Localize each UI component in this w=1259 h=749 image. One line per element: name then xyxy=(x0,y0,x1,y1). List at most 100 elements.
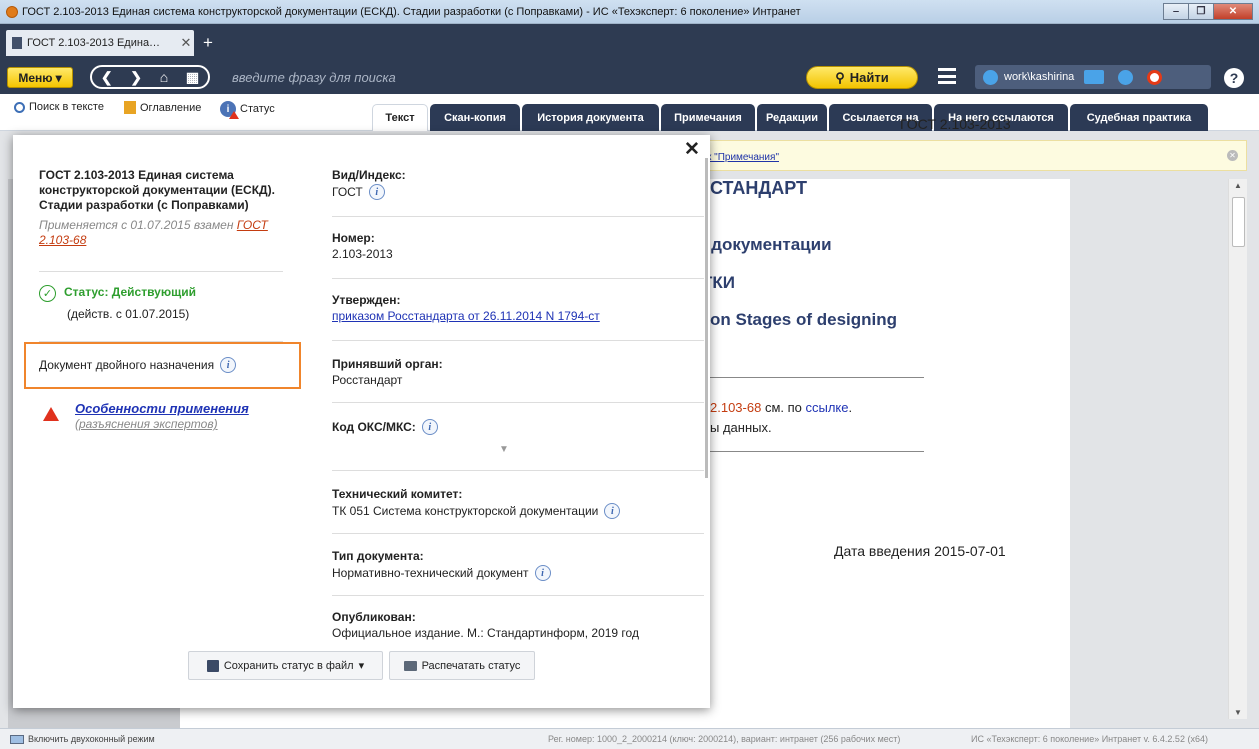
save-icon xyxy=(206,659,219,672)
info-icon[interactable]: i xyxy=(368,184,385,200)
search-input[interactable] xyxy=(228,65,808,89)
doc-ref-link[interactable]: ссылке xyxy=(805,400,848,415)
notice-bar[interactable]: к "Примечания" ✕ xyxy=(690,140,1247,171)
scroll-down-icon[interactable]: ▼ xyxy=(1234,708,1242,717)
doctype-value: Нормативно-технический документ xyxy=(332,566,529,580)
window-title: ГОСТ 2.103-2013 Единая система конструкт… xyxy=(22,5,801,18)
approved-link[interactable]: приказом Росстандарта от 26.11.2014 N 17… xyxy=(332,309,600,323)
tab-document-history[interactable]: История документа xyxy=(522,104,659,131)
find-button[interactable]: ⚲ Найти xyxy=(806,66,918,89)
status-bar: Включить двухоконный режим Рег. номер: 1… xyxy=(0,728,1259,749)
help-icon[interactable]: ? xyxy=(1224,68,1244,88)
divider xyxy=(39,271,283,272)
minimize-button[interactable]: ‒ xyxy=(1163,3,1189,20)
popup-left-column: ГОСТ 2.103-2013 Единая система конструкт… xyxy=(39,168,283,248)
experts-link[interactable]: (разъяснения экспертов) xyxy=(75,417,249,431)
print-status-label: Распечатать статус xyxy=(421,659,521,672)
menu-button[interactable]: Меню ▾ xyxy=(7,67,73,88)
kind-value: ГОСТ xyxy=(332,185,363,199)
search-in-text-button[interactable]: Поиск в тексте xyxy=(14,101,104,113)
tab-editions[interactable]: Редакции xyxy=(757,104,827,131)
status-button[interactable]: i Статус xyxy=(220,101,275,119)
contents-label: Оглавление xyxy=(140,101,202,114)
save-status-label: Сохранить статус в файл xyxy=(223,659,354,672)
doc-heading-standard: СТАНДАРТ xyxy=(710,178,807,198)
info-icon[interactable]: i xyxy=(534,565,551,581)
number-label: Номер: xyxy=(332,231,375,245)
scrollbar[interactable]: ▲ ▼ xyxy=(1228,179,1247,719)
doc-heading-english: on Stages of designing xyxy=(710,310,898,329)
info-icon[interactable]: i xyxy=(421,419,438,435)
field-oks: Код ОКС/МКС: i xyxy=(332,417,706,435)
published-value: Официальное издание. М.: Стандартинформ,… xyxy=(332,626,639,640)
notice-text[interactable]: к "Примечания" xyxy=(707,152,779,163)
info-icon[interactable]: i xyxy=(604,503,621,519)
grid-icon[interactable]: ▦ xyxy=(186,69,199,86)
print-status-button[interactable]: Распечатать статус xyxy=(389,651,535,680)
doc-heading-2: й документации xyxy=(696,235,832,254)
browser-tab[interactable]: ГОСТ 2.103-2013 Едина… ✕ xyxy=(6,30,194,56)
expand-arrow-icon[interactable]: ▼ xyxy=(499,444,509,455)
registration-info: Рег. номер: 1000_2_2000214 (ключ: 200021… xyxy=(548,734,901,744)
close-window-button[interactable]: ✕ xyxy=(1213,3,1253,20)
divider xyxy=(332,402,704,403)
hamburger-menu-icon[interactable] xyxy=(938,68,956,84)
scroll-thumb[interactable] xyxy=(1232,197,1245,247)
window-controls: ‒ ❐ ✕ xyxy=(1163,3,1253,20)
dual-window-mode-button[interactable]: Включить двухоконный режим xyxy=(10,734,155,744)
doctype-label: Тип документа: xyxy=(332,549,424,563)
home-icon[interactable]: ⌂ xyxy=(160,69,168,85)
dual-window-icon xyxy=(10,734,24,744)
popup-doc-title: ГОСТ 2.103-2013 Единая система конструкт… xyxy=(39,168,275,212)
save-status-button[interactable]: Сохранить статус в файл ▾ xyxy=(188,651,383,680)
doc-ref-mid: см. по xyxy=(761,400,806,415)
tab-scan-copy[interactable]: Скан-копия xyxy=(430,104,520,131)
close-popup-icon[interactable]: ✕ xyxy=(684,138,700,161)
doc-gost-number: ГОСТ 2.103-2013 xyxy=(900,116,1011,132)
doc-data-line: ы данных. xyxy=(710,420,772,435)
main-toolbar: Меню ▾ ❮ ❯ ⌂ ▦ ⚲ Найти work\kashirina ? xyxy=(0,62,1259,94)
user-panel[interactable]: work\kashirina xyxy=(975,65,1211,89)
document-tabs: Текст Скан-копия История документа Приме… xyxy=(372,104,1208,131)
features-link[interactable]: Особенности применения xyxy=(75,401,249,416)
document-icon xyxy=(12,37,22,49)
forward-icon[interactable]: ❯ xyxy=(130,69,142,86)
browser-tab-strip: ГОСТ 2.103-2013 Едина… ✕ + xyxy=(0,24,1259,62)
field-committee: Технический комитет: ТК 051 Система конс… xyxy=(332,487,706,519)
check-circle-icon: ✓ xyxy=(39,285,56,302)
search-icon: ⚲ xyxy=(835,69,845,85)
tab-notes[interactable]: Примечания xyxy=(661,104,755,131)
new-tab-icon[interactable]: + xyxy=(203,33,213,53)
approved-label: Утвержден: xyxy=(332,293,401,307)
close-tab-icon[interactable]: ✕ xyxy=(178,35,194,51)
field-authority: Принявший орган: Росстандарт xyxy=(332,357,706,387)
divider xyxy=(332,216,704,217)
warning-icon xyxy=(43,407,59,421)
find-label: Найти xyxy=(849,70,889,85)
chevron-down-icon: ▾ xyxy=(358,660,365,672)
popup-footer: Сохранить статус в файл ▾ Распечатать ст… xyxy=(13,644,710,708)
tab-court-practice[interactable]: Судебная практика xyxy=(1070,104,1208,131)
status-value: Статус: Действующий xyxy=(64,285,196,299)
maximize-button[interactable]: ❐ xyxy=(1188,3,1214,20)
doc-ref-code: 2.103-68 xyxy=(710,400,762,415)
dual-purpose-highlight: Документ двойного назначения i xyxy=(24,342,301,389)
settings-icon[interactable] xyxy=(1118,69,1134,85)
close-notice-icon[interactable]: ✕ xyxy=(1227,150,1238,161)
timer-icon[interactable] xyxy=(1147,69,1163,85)
divider xyxy=(332,533,704,534)
printer-icon xyxy=(403,660,417,671)
magnifier-icon xyxy=(14,101,25,113)
divider xyxy=(700,451,924,452)
folder-icon[interactable] xyxy=(1084,70,1105,84)
back-icon[interactable]: ❮ xyxy=(101,69,113,86)
authority-label: Принявший орган: xyxy=(332,357,443,371)
scroll-up-icon[interactable]: ▲ xyxy=(1234,181,1242,190)
contents-button[interactable]: Оглавление xyxy=(124,101,201,114)
tab-text[interactable]: Текст xyxy=(372,104,428,131)
dual-purpose-label: Документ двойного назначения xyxy=(39,358,215,372)
info-icon[interactable]: i xyxy=(220,357,237,373)
popup-applied: Применяется с 01.07.2015 взамен ГОСТ 2.1… xyxy=(39,218,283,248)
user-icon xyxy=(983,69,998,85)
popup-scrollbar[interactable] xyxy=(705,158,708,478)
